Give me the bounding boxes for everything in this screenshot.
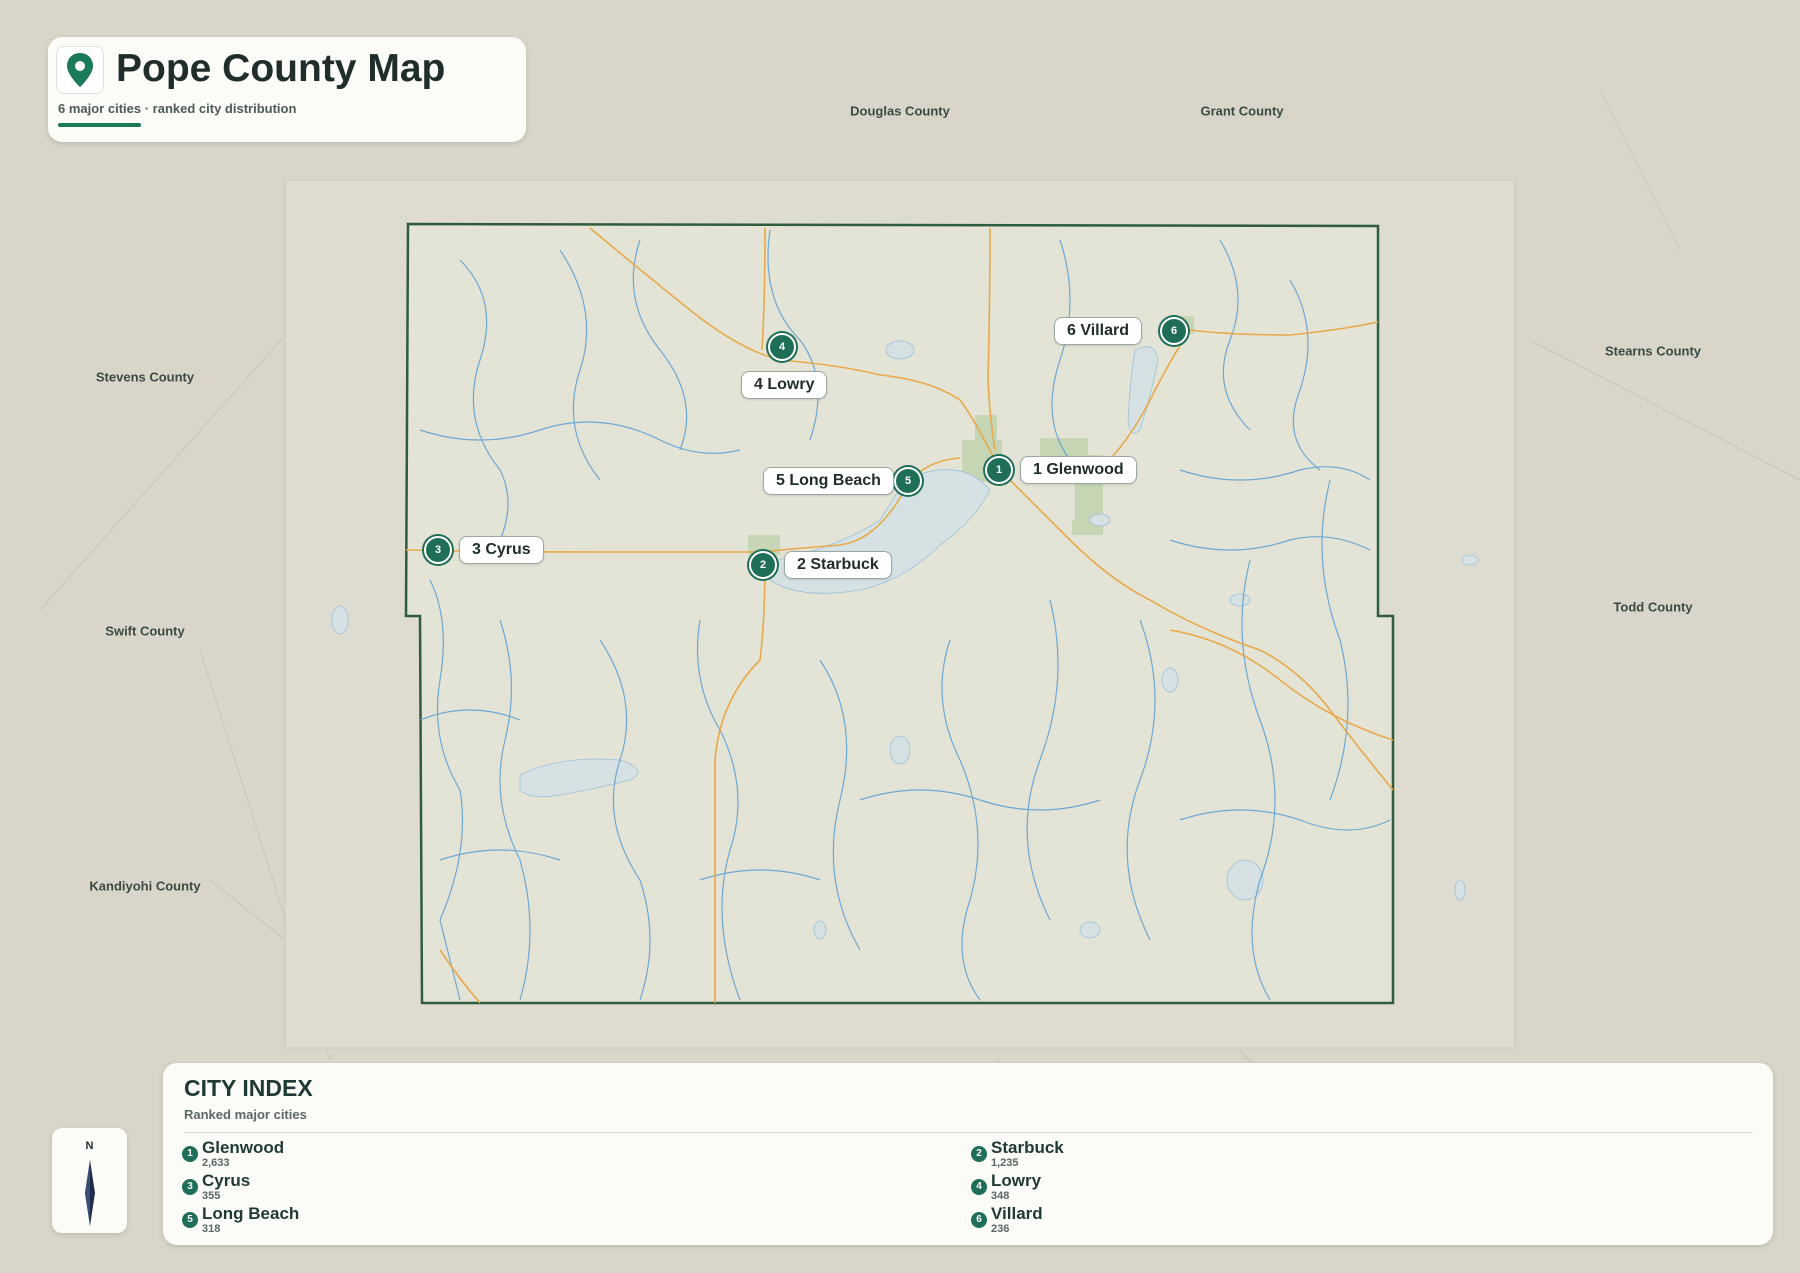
index-city-population: 348 xyxy=(991,1190,1010,1202)
page-subtitle: 6 major cities · ranked city distributio… xyxy=(58,101,297,116)
rank-badge: 6 xyxy=(971,1212,987,1228)
page-title: Pope County Map xyxy=(116,47,446,90)
index-city-name: Cyrus xyxy=(202,1171,251,1190)
rank-badge: 2 xyxy=(971,1146,987,1162)
compass-north-label: N xyxy=(85,1140,94,1152)
index-city-name: Starbuck xyxy=(991,1138,1064,1157)
index-city-name: Lowry xyxy=(991,1171,1042,1190)
rank-badge: 3 xyxy=(182,1179,198,1195)
city-marker-cyrus[interactable]: 3 xyxy=(424,536,452,564)
rank-badge: 1 xyxy=(182,1146,198,1162)
city-index-panel: CITY INDEX Ranked major cities 1 Glenwoo… xyxy=(163,1063,1773,1245)
city-label-long-beach[interactable]: 5 Long Beach xyxy=(763,467,894,495)
neighbor-label-stevens: Stevens County xyxy=(95,369,195,385)
index-city-population: 2,633 xyxy=(202,1157,230,1169)
neighbor-label-stearns: Stearns County xyxy=(1604,343,1702,359)
index-city-population: 236 xyxy=(991,1223,1010,1235)
index-city-name: Glenwood xyxy=(202,1138,285,1157)
city-marker-long-beach[interactable]: 5 xyxy=(894,467,922,495)
index-city-population: 355 xyxy=(202,1190,221,1202)
rank-badge: 4 xyxy=(971,1179,987,1195)
neighbor-label-grant: Grant County xyxy=(1200,103,1284,119)
neighbor-label-todd: Todd County xyxy=(1613,599,1693,615)
city-label-villard[interactable]: 6 Villard xyxy=(1054,317,1142,345)
index-city-name: Long Beach xyxy=(202,1204,300,1223)
rank-badge: 5 xyxy=(182,1212,198,1228)
city-index-subtitle: Ranked major cities xyxy=(184,1107,307,1122)
index-city-name: Villard xyxy=(991,1204,1043,1223)
divider xyxy=(184,1132,1753,1133)
city-label-glenwood[interactable]: 1 Glenwood xyxy=(1020,456,1137,484)
title-underline xyxy=(58,123,141,127)
city-marker-lowry[interactable]: 4 xyxy=(768,333,796,361)
north-arrow-icon xyxy=(85,1160,95,1226)
city-label-lowry[interactable]: 4 Lowry xyxy=(741,371,828,399)
city-index-title: CITY INDEX xyxy=(184,1075,313,1101)
city-label-cyrus[interactable]: 3 Cyrus xyxy=(459,536,544,564)
city-marker-villard[interactable]: 6 xyxy=(1160,317,1188,345)
city-marker-starbuck[interactable]: 2 xyxy=(749,551,777,579)
title-card: Pope County Map 6 major cities · ranked … xyxy=(48,37,526,142)
index-city-population: 318 xyxy=(202,1223,221,1235)
neighbor-label-kandiyohi: Kandiyohi County xyxy=(89,878,201,894)
city-label-starbuck[interactable]: 2 Starbuck xyxy=(784,551,892,579)
neighbor-label-douglas: Douglas County xyxy=(850,103,950,119)
map-pin-icon xyxy=(56,46,104,94)
neighbor-label-swift: Swift County xyxy=(105,623,185,639)
compass: N xyxy=(52,1128,127,1233)
index-city-population: 1,235 xyxy=(991,1157,1019,1169)
city-marker-glenwood[interactable]: 1 xyxy=(985,456,1013,484)
